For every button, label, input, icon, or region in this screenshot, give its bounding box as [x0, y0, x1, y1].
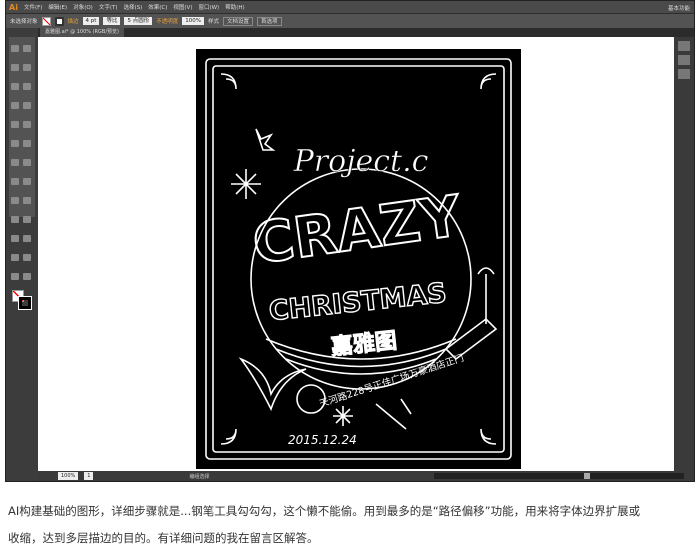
type-tool-icon[interactable]: [23, 83, 31, 90]
menu-file[interactable]: 文件(F): [24, 3, 42, 11]
snowflake-icon-2: [333, 406, 353, 426]
caption-line-2: 收缩，达到多层描边的目的。有详细问题的我在留言区解答。: [8, 531, 319, 545]
menu-window[interactable]: 窗口(W): [198, 3, 219, 11]
document-tab[interactable]: 嘉雅图.ai* @ 100% (RGB/预览): [40, 28, 124, 37]
fill-stroke-swatches[interactable]: [12, 290, 32, 312]
menu-select[interactable]: 选择(S): [123, 3, 142, 11]
menu-bar: Ai 文件(F) 编辑(E) 对象(O) 文字(T) 选择(S) 效果(C) 视…: [6, 1, 694, 13]
menu-view[interactable]: 视图(V): [173, 3, 192, 11]
canvas[interactable]: Project.c CRAZY CHRISTMAS 嘉雅图 天河路228号正佳广…: [38, 37, 674, 471]
rotate-tool-icon[interactable]: [11, 140, 19, 147]
perspective-tool-icon[interactable]: [23, 178, 31, 185]
lasso-tool-icon[interactable]: [23, 64, 31, 71]
app-logo: Ai: [9, 2, 18, 12]
scrollbar-thumb[interactable]: [584, 473, 590, 479]
christmas-title: CHRISTMAS: [268, 278, 449, 327]
stroke-panel-icon[interactable]: [678, 69, 690, 79]
tools-panel: [9, 37, 35, 310]
line-tool-icon[interactable]: [11, 102, 19, 109]
style-label: 样式: [207, 19, 219, 25]
graph-tool-icon[interactable]: [23, 235, 31, 242]
brush-tool-icon[interactable]: [11, 121, 19, 128]
scale-tool-icon[interactable]: [23, 140, 31, 147]
pen-tool-icon[interactable]: [11, 83, 19, 90]
preferences-button[interactable]: 首选项: [256, 16, 282, 26]
fill-swatch[interactable]: [41, 16, 51, 26]
artboard: Project.c CRAZY CHRISTMAS 嘉雅图 天河路228号正佳广…: [196, 49, 521, 469]
swatches-panel-icon[interactable]: [678, 55, 690, 65]
shape-builder-tool-icon[interactable]: [11, 178, 19, 185]
horizontal-scrollbar[interactable]: [434, 473, 684, 479]
mesh-tool-icon[interactable]: [11, 197, 19, 204]
profile-select[interactable]: 等比: [103, 17, 121, 25]
zoom-tool-icon[interactable]: [23, 273, 31, 280]
brand-name: 嘉雅图: [330, 328, 398, 361]
document-tab-bar: 嘉雅图.ai* @ 100% (RGB/预览): [38, 28, 694, 37]
selection-tool-icon[interactable]: [11, 45, 19, 52]
snowflake-icon: [231, 169, 261, 199]
eyedropper-tool-icon[interactable]: [11, 216, 19, 223]
pencil-tool-icon[interactable]: [23, 121, 31, 128]
script-title: Project.c: [293, 144, 429, 179]
opacity-label[interactable]: 不透明度: [156, 17, 178, 25]
color-panel-icon[interactable]: [678, 41, 690, 51]
selection-status: 未选择对象: [10, 19, 38, 25]
menu-object[interactable]: 对象(O): [73, 3, 93, 11]
symbol-sprayer-tool-icon[interactable]: [11, 235, 19, 242]
document-setup-button[interactable]: 文档设置: [222, 16, 253, 26]
event-date: 2015.12.24: [288, 433, 357, 447]
stroke-label[interactable]: 描边: [68, 17, 79, 25]
leaf-icon-small: [255, 128, 276, 151]
menu-edit[interactable]: 编辑(E): [48, 3, 67, 11]
direct-selection-tool-icon[interactable]: [23, 45, 31, 52]
poster-artwork: Project.c CRAZY CHRISTMAS 嘉雅图 天河路228号正佳广…: [205, 58, 512, 460]
artboard-tool-icon[interactable]: [11, 254, 19, 261]
leaf-icon: [238, 357, 307, 412]
workspace-switcher[interactable]: 基本功能: [668, 4, 690, 12]
width-tool-icon[interactable]: [11, 159, 19, 166]
stroke-weight-input[interactable]: 4 pt: [82, 17, 100, 25]
rectangle-tool-icon[interactable]: [23, 102, 31, 109]
free-transform-tool-icon[interactable]: [23, 159, 31, 166]
menu-help[interactable]: 帮助(H): [225, 3, 244, 11]
address-text: 天河路228号正佳广场万豪酒店正门: [318, 352, 465, 410]
menu-effect[interactable]: 效果(C): [148, 3, 167, 11]
caption-line-1: AI构建基础的图形，详细步骤就是...钢笔工具勾勾勾，这个懒不能偷。用到最多的是…: [8, 504, 641, 518]
hand-tool-icon[interactable]: [11, 273, 19, 280]
control-bar: 未选择对象 描边 4 pt 等比 5 点圆形 不透明度 100% 样式 文档设置…: [6, 13, 694, 28]
stroke-swatch[interactable]: [54, 16, 64, 26]
crazy-title: CRAZY: [249, 184, 466, 278]
candy-icon: [375, 398, 412, 430]
magic-wand-tool-icon[interactable]: [11, 64, 19, 71]
gradient-tool-icon[interactable]: [23, 197, 31, 204]
current-tool-status[interactable]: 编组选择: [189, 473, 209, 480]
status-bar: 100% 1 编组选择: [38, 471, 694, 481]
opacity-input[interactable]: 100%: [182, 17, 204, 25]
menu-type[interactable]: 文字(T): [99, 3, 118, 11]
blend-tool-icon[interactable]: [23, 216, 31, 223]
illustrator-window: Ai 文件(F) 编辑(E) 对象(O) 文字(T) 选择(S) 效果(C) 视…: [5, 0, 695, 482]
zoom-select[interactable]: 100%: [58, 472, 79, 480]
slice-tool-icon[interactable]: [23, 254, 31, 261]
candy-cane-icon: [477, 267, 495, 324]
brush-select[interactable]: 5 点圆形: [124, 17, 153, 25]
artboard-select[interactable]: 1: [84, 472, 94, 480]
right-panel-dock: [674, 37, 694, 471]
